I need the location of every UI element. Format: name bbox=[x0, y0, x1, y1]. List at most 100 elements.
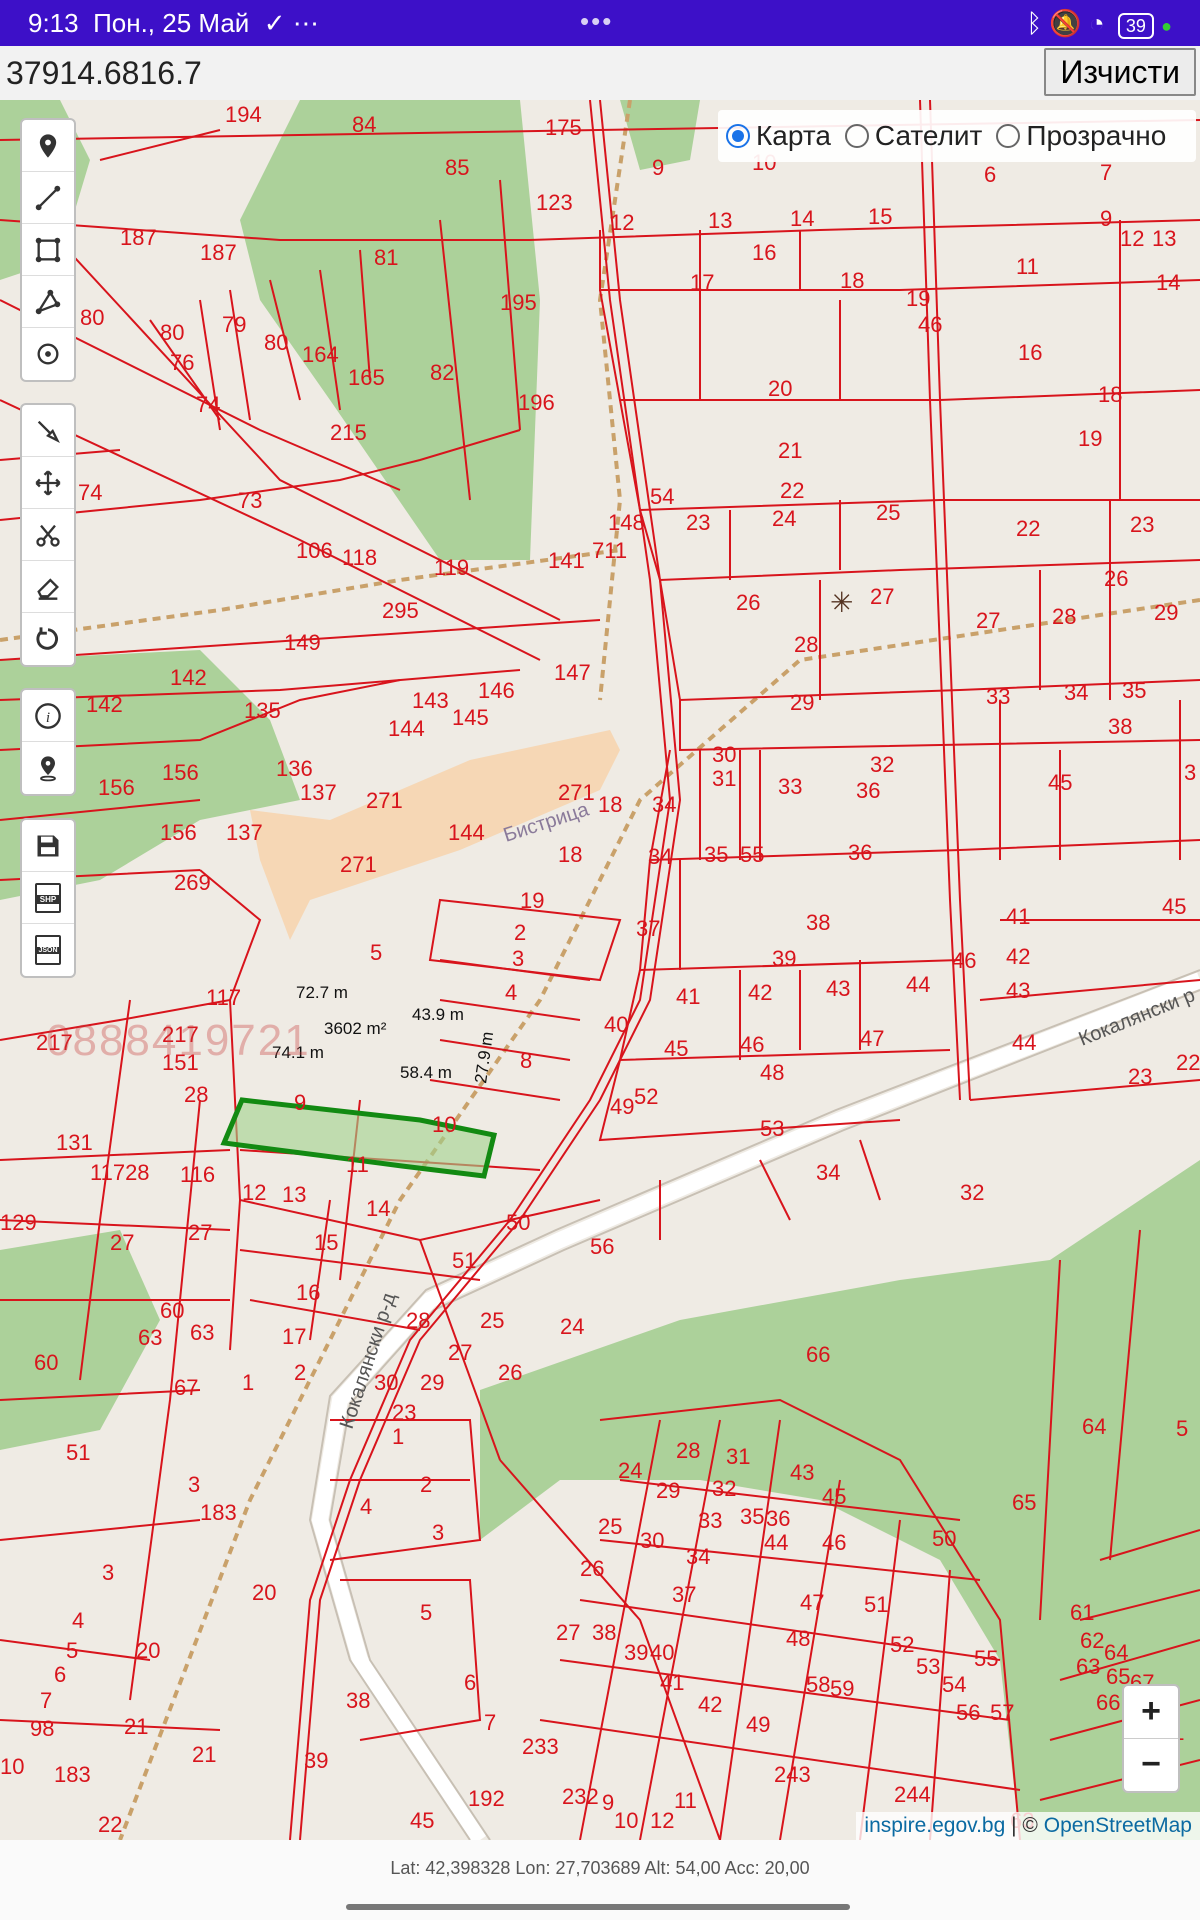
svg-text:17: 17 bbox=[690, 270, 714, 295]
svg-text:1: 1 bbox=[242, 1370, 254, 1395]
svg-text:30: 30 bbox=[712, 742, 736, 767]
locate-tool[interactable] bbox=[22, 742, 74, 794]
svg-text:14: 14 bbox=[366, 1196, 390, 1221]
status-bar: 9:13 Пон., 25 Май ✓ ⋯ ••• ᛒ 🔕 ◔ 39 ● bbox=[0, 0, 1200, 46]
dots-icon: ••• bbox=[580, 6, 614, 36]
marker-icon bbox=[39, 133, 57, 158]
svg-text:56: 56 bbox=[956, 1700, 980, 1725]
svg-text:5: 5 bbox=[1176, 1416, 1188, 1441]
layer-option-map[interactable]: Карта bbox=[726, 120, 831, 152]
svg-text:2: 2 bbox=[420, 1472, 432, 1497]
svg-text:85: 85 bbox=[445, 155, 469, 180]
svg-text:119: 119 bbox=[434, 555, 469, 580]
svg-text:2: 2 bbox=[514, 920, 526, 945]
layer-option-transparent[interactable]: Прозрачно bbox=[996, 120, 1166, 152]
svg-text:66: 66 bbox=[1096, 1690, 1120, 1715]
svg-text:58: 58 bbox=[806, 1672, 830, 1697]
edit-tool[interactable] bbox=[22, 405, 74, 457]
svg-text:10: 10 bbox=[432, 1112, 456, 1137]
svg-text:18: 18 bbox=[598, 792, 622, 817]
svg-text:194: 194 bbox=[225, 102, 262, 127]
svg-text:187: 187 bbox=[120, 225, 157, 250]
radio-transparent[interactable] bbox=[996, 124, 1021, 148]
eraser-tool[interactable] bbox=[22, 561, 74, 613]
svg-text:32: 32 bbox=[712, 1476, 736, 1501]
svg-text:243: 243 bbox=[774, 1762, 811, 1787]
gesture-handle[interactable] bbox=[346, 1904, 850, 1910]
svg-text:84: 84 bbox=[352, 112, 376, 137]
svg-text:61: 61 bbox=[1070, 1600, 1094, 1625]
map-canvas[interactable]: 194 84 85 175 123 9 187 187 81 195 82 196 80 80 79 8… bbox=[0, 100, 1200, 1840]
svg-text:45: 45 bbox=[410, 1808, 434, 1833]
svg-text:10: 10 bbox=[0, 1754, 24, 1779]
svg-text:18: 18 bbox=[558, 842, 582, 867]
svg-text:24: 24 bbox=[560, 1314, 584, 1339]
move-tool[interactable] bbox=[22, 457, 74, 509]
svg-text:5: 5 bbox=[66, 1638, 78, 1663]
svg-text:23: 23 bbox=[1128, 1064, 1152, 1089]
svg-text:31: 31 bbox=[726, 1444, 750, 1469]
svg-text:156: 156 bbox=[98, 775, 135, 800]
attribution-link-osm[interactable]: OpenStreetMap bbox=[1044, 1814, 1192, 1837]
edit-tools bbox=[20, 403, 76, 667]
search-input[interactable] bbox=[4, 50, 1038, 96]
cut-tool[interactable] bbox=[22, 509, 74, 561]
radio-satellite[interactable] bbox=[844, 124, 869, 148]
svg-text:165: 165 bbox=[348, 365, 385, 390]
svg-text:45: 45 bbox=[1048, 770, 1072, 795]
svg-text:32: 32 bbox=[870, 752, 894, 777]
svg-text:116: 116 bbox=[180, 1162, 215, 1187]
svg-text:38: 38 bbox=[592, 1620, 616, 1645]
zoom-in-button[interactable]: + bbox=[1124, 1686, 1178, 1739]
rectangle-tool[interactable] bbox=[22, 224, 74, 276]
zoom-out-button[interactable]: − bbox=[1124, 1739, 1178, 1791]
svg-text:23: 23 bbox=[392, 1400, 416, 1425]
svg-text:26: 26 bbox=[1104, 566, 1128, 591]
svg-text:195: 195 bbox=[500, 290, 537, 315]
marker-tool[interactable] bbox=[22, 120, 74, 172]
watermark: 0888419721 bbox=[46, 1016, 311, 1065]
svg-text:31: 31 bbox=[712, 766, 736, 791]
edge-label-1: 72.7 m bbox=[296, 983, 348, 1002]
svg-text:13: 13 bbox=[1152, 226, 1176, 251]
location-pin-icon bbox=[40, 756, 56, 782]
svg-text:29: 29 bbox=[1154, 600, 1178, 625]
svg-text:136: 136 bbox=[276, 756, 313, 781]
svg-text:118: 118 bbox=[342, 545, 377, 570]
svg-text:64: 64 bbox=[1082, 1414, 1106, 1439]
svg-text:135: 135 bbox=[244, 698, 281, 723]
svg-text:3: 3 bbox=[102, 1560, 114, 1585]
polyline-tool[interactable] bbox=[22, 172, 74, 224]
svg-text:52: 52 bbox=[890, 1632, 914, 1657]
svg-text:3: 3 bbox=[512, 946, 524, 971]
file-tools: SHP JSON bbox=[20, 818, 76, 978]
svg-text:44: 44 bbox=[1012, 1030, 1036, 1055]
layer-option-satellite[interactable]: Сателит bbox=[844, 120, 982, 152]
svg-text:15: 15 bbox=[314, 1230, 338, 1255]
svg-text:129: 129 bbox=[0, 1210, 37, 1235]
marker-icon-map: ✳ bbox=[830, 587, 853, 618]
rotate-tool[interactable] bbox=[22, 613, 74, 665]
clear-button[interactable]: Изчисти bbox=[1044, 48, 1196, 96]
radio-map[interactable] bbox=[726, 124, 750, 148]
attribution-link-inspire[interactable]: inspire.egov.bg bbox=[864, 1814, 1005, 1837]
svg-text:18: 18 bbox=[840, 268, 864, 293]
svg-text:42: 42 bbox=[698, 1692, 722, 1717]
save-tool[interactable] bbox=[22, 820, 74, 872]
polygon-tool[interactable] bbox=[22, 276, 74, 328]
export-json-tool[interactable]: JSON bbox=[22, 924, 74, 976]
export-shp-tool[interactable]: SHP bbox=[22, 872, 74, 924]
svg-text:34: 34 bbox=[816, 1160, 840, 1185]
svg-text:80: 80 bbox=[80, 305, 104, 330]
svg-text:42: 42 bbox=[1006, 944, 1030, 969]
svg-text:53: 53 bbox=[916, 1654, 940, 1679]
svg-text:137: 137 bbox=[226, 820, 263, 845]
info-tool[interactable]: i bbox=[22, 690, 74, 742]
svg-text:65: 65 bbox=[1012, 1490, 1036, 1515]
circle-tool[interactable] bbox=[22, 328, 74, 380]
svg-text:26: 26 bbox=[580, 1556, 604, 1581]
svg-text:60: 60 bbox=[34, 1350, 58, 1375]
wifi-icon: ◔ bbox=[1088, 8, 1105, 38]
svg-text:81: 81 bbox=[374, 245, 398, 270]
svg-text:5: 5 bbox=[370, 940, 382, 965]
